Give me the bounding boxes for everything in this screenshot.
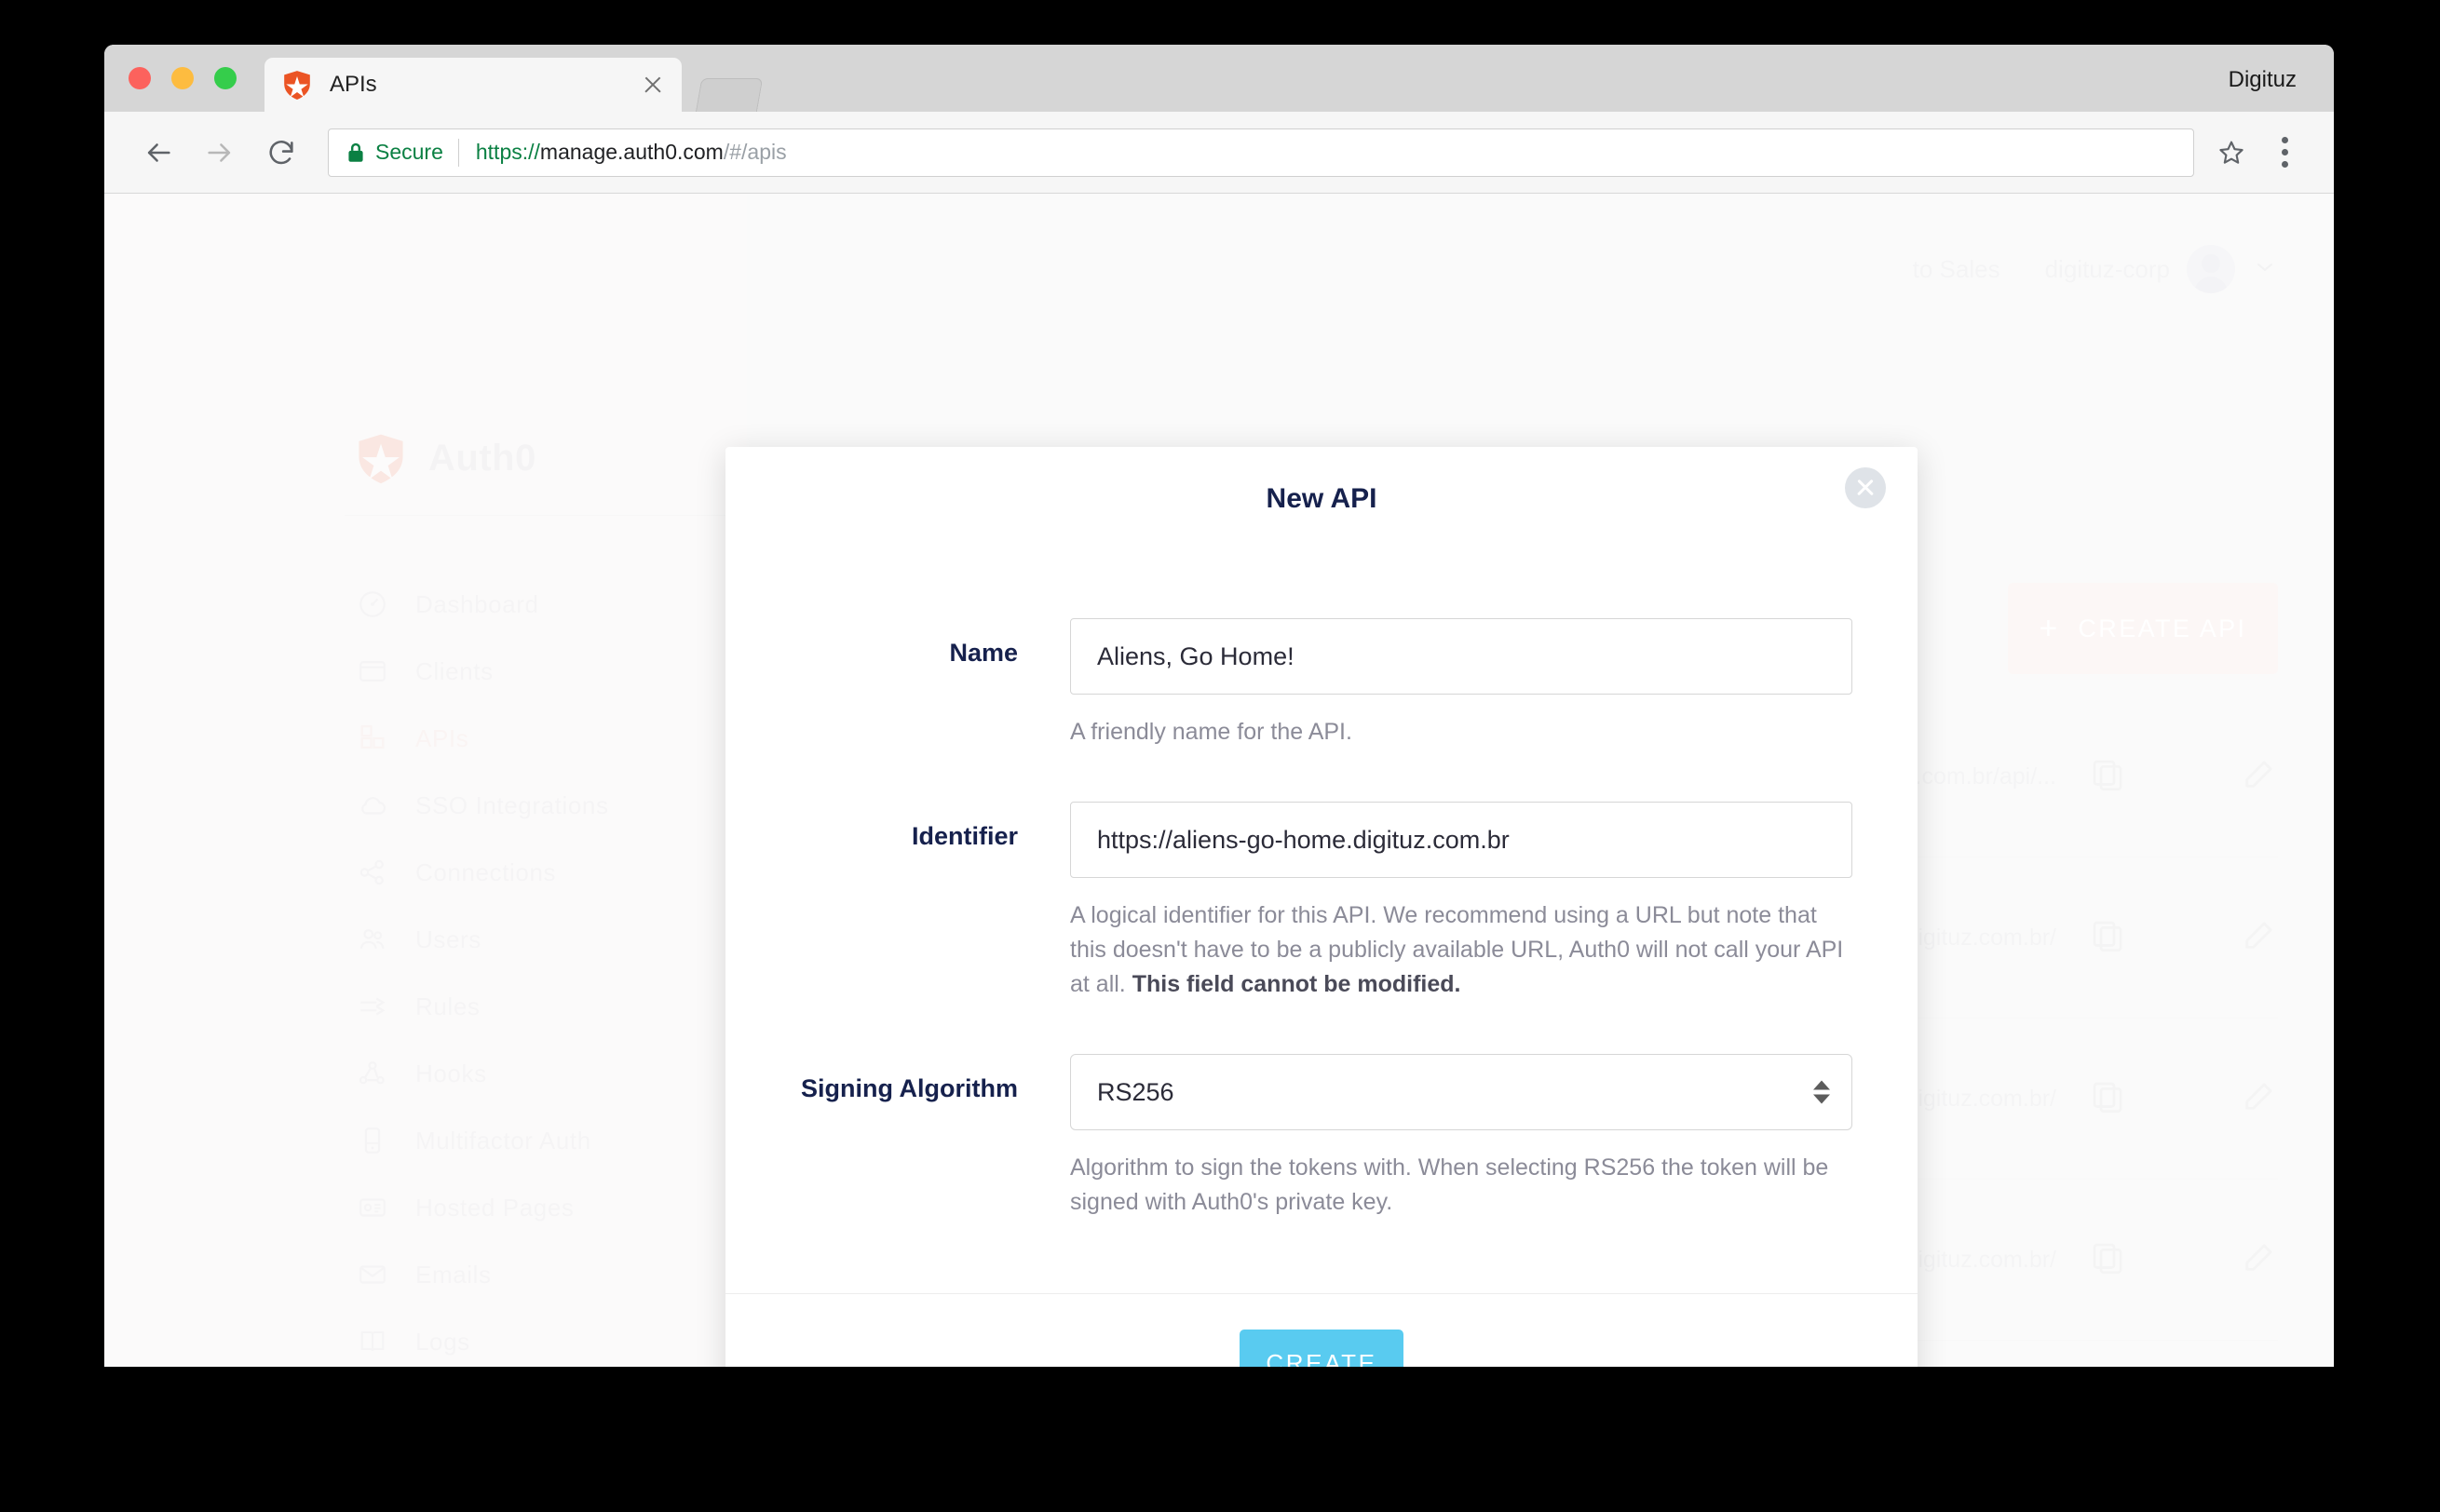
new-api-modal: New API Name A friendly name for the API…	[725, 447, 1918, 1367]
secure-label: Secure	[375, 140, 443, 164]
modal-header: New API	[725, 447, 1918, 551]
browser-menu-button[interactable]	[2263, 128, 2306, 177]
page-title: New API	[1266, 483, 1377, 514]
identifier-field-column: A logical identifier for this API. We re…	[1070, 802, 1852, 1002]
omnibox-divider	[457, 138, 459, 167]
browser-tab-apis[interactable]: APIs	[264, 58, 682, 112]
signing-algorithm-field-column: RS256 Algorithm to sign the tokens with.…	[1070, 1054, 1852, 1220]
window-controls	[129, 67, 237, 89]
three-dot-menu-icon	[2281, 149, 2288, 155]
back-button[interactable]	[132, 127, 184, 179]
name-helper-text: A friendly name for the API.	[1070, 719, 1352, 745]
url-path: /#/apis	[723, 140, 787, 164]
app-page: Auth0 Dashboard Clients APIs	[104, 194, 2334, 1367]
identifier-input[interactable]	[1070, 802, 1852, 878]
reload-icon	[269, 140, 293, 164]
three-dot-menu-icon	[2281, 137, 2288, 143]
field-identifier: Identifier A logical identifier for this…	[791, 802, 1852, 1002]
signing-algorithm-field-label: Signing Algorithm	[801, 1074, 1018, 1102]
forward-button[interactable]	[194, 127, 246, 179]
name-field-label: Name	[949, 639, 1018, 667]
signing-algorithm-helper-text: Algorithm to sign the tokens with. When …	[1070, 1154, 1829, 1215]
browser-profile-label[interactable]: Digituz	[2229, 67, 2297, 93]
lock-icon	[346, 141, 366, 165]
modal-footer: CREATE	[725, 1293, 1918, 1367]
url-scheme: https://	[475, 140, 540, 164]
url-text: https://manage.auth0.com/#/apis	[476, 140, 787, 165]
identifier-field-label: Identifier	[911, 822, 1018, 850]
minimize-window-button[interactable]	[171, 67, 194, 89]
three-dot-menu-icon	[2281, 161, 2288, 168]
tab-close-icon[interactable]	[641, 73, 665, 97]
browser-tabstrip: APIs Digituz	[104, 45, 2334, 113]
maximize-window-button[interactable]	[214, 67, 237, 89]
name-field-column: A friendly name for the API.	[1070, 618, 1852, 749]
back-arrow-icon	[147, 142, 170, 162]
modal-body: Name A friendly name for the API. Identi…	[725, 551, 1918, 1220]
signing-algorithm-select[interactable]: RS256	[1070, 1054, 1852, 1130]
close-window-button[interactable]	[129, 67, 151, 89]
url-host: manage.auth0.com	[539, 140, 724, 164]
screen-root: APIs Digituz Secure https://manage.auth0…	[0, 0, 2440, 1512]
name-input[interactable]	[1070, 618, 1852, 695]
reload-button[interactable]	[255, 127, 307, 179]
identifier-helper-bold: This field cannot be modified.	[1132, 971, 1461, 997]
close-icon[interactable]	[1845, 467, 1886, 508]
browser-toolbar: Secure https://manage.auth0.com/#/apis	[104, 112, 2334, 194]
create-button[interactable]: CREATE	[1240, 1330, 1403, 1367]
tab-title: APIs	[330, 72, 377, 97]
bookmark-button[interactable]	[2207, 128, 2256, 177]
auth0-logo-icon	[284, 71, 310, 100]
signing-algorithm-value: RS256	[1070, 1054, 1852, 1130]
identifier-helper-text: A logical identifier for this API. We re…	[1070, 898, 1852, 1002]
browser-window: APIs Digituz Secure https://manage.auth0…	[104, 45, 2334, 1367]
star-bookmark-icon	[2219, 141, 2243, 164]
field-signing-algorithm: Signing Algorithm RS256 Algorithm to sig…	[791, 1054, 1852, 1220]
address-bar[interactable]: Secure https://manage.auth0.com/#/apis	[328, 128, 2194, 177]
new-tab-stub[interactable]	[695, 78, 764, 113]
field-name: Name A friendly name for the API.	[791, 618, 1852, 749]
forward-arrow-icon	[208, 142, 231, 162]
